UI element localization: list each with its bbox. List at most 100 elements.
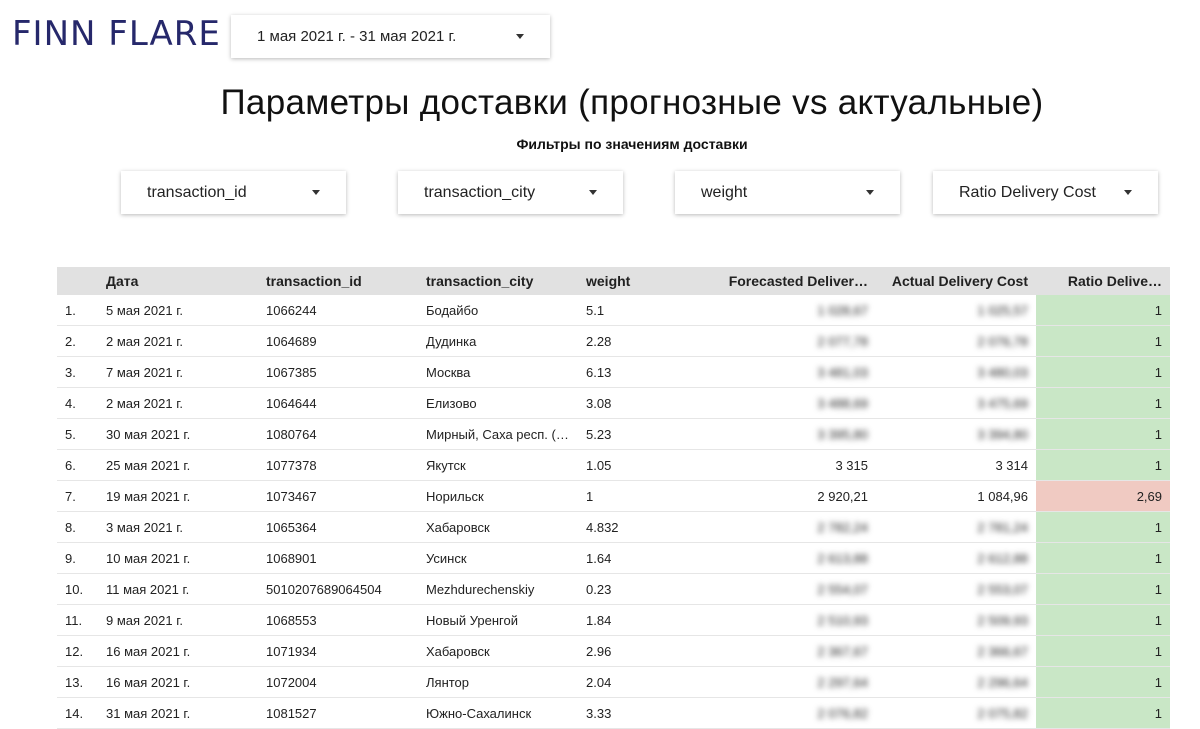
cell-date: 25 мая 2021 г. xyxy=(106,449,266,481)
cell-date: 9 мая 2021 г. xyxy=(106,604,266,636)
row-index: 8. xyxy=(57,511,106,543)
cell-weight: 5.1 xyxy=(586,295,698,326)
brand-logo: FINN FLARE xyxy=(12,14,221,54)
cell-ratio-delivery-cost: 1 xyxy=(1036,511,1170,543)
cell-ratio-delivery-cost: 2,69 xyxy=(1036,480,1170,512)
cell-ratio-delivery-cost: 1 xyxy=(1036,387,1170,419)
column-header-transaction-city[interactable]: transaction_city xyxy=(426,267,586,295)
cell-transaction-id: 1077378 xyxy=(266,449,426,481)
cell-transaction-city: Усинск xyxy=(426,542,586,574)
chevron-down-icon xyxy=(589,190,597,195)
cell-weight: 3.33 xyxy=(586,697,698,729)
table-row: 12. 16 мая 2021 г. 1071934 Хабаровск 2.96 2 3… xyxy=(57,635,1170,667)
cell-date: 2 мая 2021 г. xyxy=(106,387,266,419)
table-row: 1. 5 мая 2021 г. 1066244 Бодайбо 5.1 1 028,67… xyxy=(57,295,1170,326)
column-header-date[interactable]: Дата xyxy=(106,267,266,295)
row-index: 6. xyxy=(57,449,106,481)
cell-ratio-delivery-cost: 1 xyxy=(1036,697,1170,729)
cell-date: 30 мая 2021 г. xyxy=(106,418,266,450)
cell-ratio-delivery-cost: 1 xyxy=(1036,542,1170,574)
row-index: 2. xyxy=(57,325,106,357)
cell-forecasted-delivery-cost: 2 613,88 xyxy=(698,542,876,574)
cell-forecasted-delivery-cost: 2 076,82 xyxy=(698,697,876,729)
cell-actual-delivery-cost: 2 553,07 xyxy=(876,573,1036,605)
cell-actual-delivery-cost: 3 475,69 xyxy=(876,387,1036,419)
cell-transaction-city: Mezhdurechenskiy xyxy=(426,573,586,605)
cell-transaction-city: Норильск xyxy=(426,480,586,512)
cell-weight: 0.23 xyxy=(586,573,698,605)
table-row: 13. 16 мая 2021 г. 1072004 Лянтор 2.04 2 297,… xyxy=(57,666,1170,698)
table-row: 14. 31 мая 2021 г. 1081527 Южно-Сахалинск 3.… xyxy=(57,697,1170,729)
cell-weight: 4.832 xyxy=(586,511,698,543)
filter-label: transaction_city xyxy=(424,183,536,201)
page-title: Параметры доставки (прогнозные vs актуал… xyxy=(220,83,1044,122)
cell-weight: 1.64 xyxy=(586,542,698,574)
table-row: 9. 10 мая 2021 г. 1068901 Усинск 1.64 2 613,8… xyxy=(57,542,1170,574)
filter-transaction-city[interactable]: transaction_city xyxy=(398,171,623,214)
column-header-actual-delivery-cost[interactable]: Actual Delivery Cost xyxy=(876,267,1036,295)
row-index: 13. xyxy=(57,666,106,698)
cell-forecasted-delivery-cost: 3 488,69 xyxy=(698,387,876,419)
table-row: 10. 11 мая 2021 г. 5010207689064504 Mezhdur… xyxy=(57,573,1170,605)
filter-ratio-delivery-cost[interactable]: Ratio Delivery Cost xyxy=(933,171,1158,214)
cell-actual-delivery-cost: 2 781,24 xyxy=(876,511,1036,543)
row-index: 4. xyxy=(57,387,106,419)
cell-weight: 5.23 xyxy=(586,418,698,450)
cell-date: 3 мая 2021 г. xyxy=(106,511,266,543)
cell-actual-delivery-cost: 2 075,82 xyxy=(876,697,1036,729)
column-header-ratio-delivery-cost[interactable]: Ratio Delive… xyxy=(1036,267,1170,295)
cell-transaction-city: Мирный, Саха респ. (… xyxy=(426,418,586,450)
table-row: 3. 7 мая 2021 г. 1067385 Москва 6.13 3 481,03… xyxy=(57,356,1170,388)
cell-date: 2 мая 2021 г. xyxy=(106,325,266,357)
cell-transaction-id: 1073467 xyxy=(266,480,426,512)
cell-date: 7 мая 2021 г. xyxy=(106,356,266,388)
filter-label: weight xyxy=(701,183,748,201)
cell-date: 11 мая 2021 г. xyxy=(106,573,266,605)
cell-transaction-id: 1068553 xyxy=(266,604,426,636)
cell-weight: 1.84 xyxy=(586,604,698,636)
date-range-picker[interactable]: 1 мая 2021 г. - 31 мая 2021 г. xyxy=(231,15,550,58)
cell-transaction-id: 1071934 xyxy=(266,635,426,667)
cell-transaction-city: Южно-Сахалинск xyxy=(426,697,586,729)
cell-date: 19 мая 2021 г. xyxy=(106,480,266,512)
cell-actual-delivery-cost: 2 296,64 xyxy=(876,666,1036,698)
cell-transaction-id: 1080764 xyxy=(266,418,426,450)
cell-transaction-id: 1065364 xyxy=(266,511,426,543)
row-index: 10. xyxy=(57,573,106,605)
cell-actual-delivery-cost: 2 366,67 xyxy=(876,635,1036,667)
cell-actual-delivery-cost: 2 612,88 xyxy=(876,542,1036,574)
cell-transaction-city: Москва xyxy=(426,356,586,388)
filter-label: transaction_id xyxy=(147,183,247,201)
cell-transaction-id: 1072004 xyxy=(266,666,426,698)
row-index: 12. xyxy=(57,635,106,667)
cell-forecasted-delivery-cost: 2 920,21 xyxy=(698,480,876,512)
column-header-forecasted-delivery-cost[interactable]: Forecasted Deliver… xyxy=(698,267,876,295)
cell-transaction-city: Лянтор xyxy=(426,666,586,698)
row-index: 5. xyxy=(57,418,106,450)
cell-transaction-id: 1081527 xyxy=(266,697,426,729)
cell-transaction-id: 1066244 xyxy=(266,295,426,326)
cell-transaction-id: 1067385 xyxy=(266,356,426,388)
row-index: 1. xyxy=(57,295,106,326)
cell-transaction-id: 1068901 xyxy=(266,542,426,574)
cell-transaction-city: Хабаровск xyxy=(426,511,586,543)
cell-actual-delivery-cost: 1 025,57 xyxy=(876,295,1036,326)
cell-weight: 1 xyxy=(586,480,698,512)
cell-date: 5 мая 2021 г. xyxy=(106,295,266,326)
cell-transaction-city: Елизово xyxy=(426,387,586,419)
cell-weight: 2.28 xyxy=(586,325,698,357)
cell-actual-delivery-cost: 3 480,03 xyxy=(876,356,1036,388)
cell-forecasted-delivery-cost: 2 367,67 xyxy=(698,635,876,667)
cell-ratio-delivery-cost: 1 xyxy=(1036,295,1170,326)
cell-weight: 2.96 xyxy=(586,635,698,667)
cell-ratio-delivery-cost: 1 xyxy=(1036,356,1170,388)
cell-date: 16 мая 2021 г. xyxy=(106,635,266,667)
filter-weight[interactable]: weight xyxy=(675,171,900,214)
column-header-weight[interactable]: weight xyxy=(586,267,698,295)
filters-subtitle: Фильтры по значениям доставки xyxy=(516,136,748,152)
row-index: 14. xyxy=(57,697,106,729)
column-header-transaction-id[interactable]: transaction_id xyxy=(266,267,426,295)
cell-date: 16 мая 2021 г. xyxy=(106,666,266,698)
filter-transaction-id[interactable]: transaction_id xyxy=(121,171,346,214)
cell-date: 31 мая 2021 г. xyxy=(106,697,266,729)
